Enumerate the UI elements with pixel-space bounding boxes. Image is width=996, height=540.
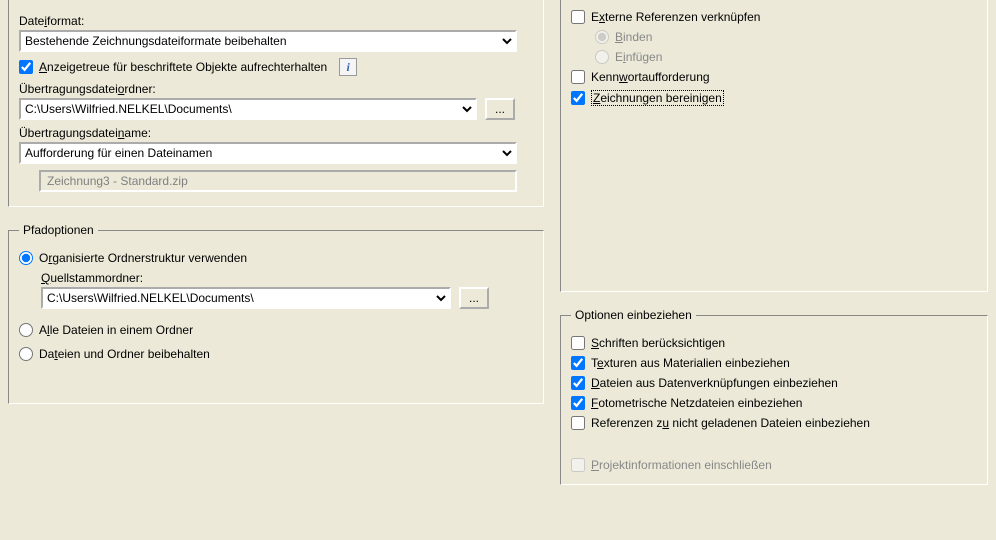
external-refs-label: Externe Referenzen verknüpfen bbox=[591, 10, 760, 24]
include-textures-checkbox[interactable] bbox=[571, 356, 585, 370]
include-fonts-label: Schriften berücksichtigen bbox=[591, 336, 725, 350]
source-root-browse-button[interactable]: ... bbox=[459, 287, 489, 309]
all-files-one-folder-label: Alle Dateien in einem Ordner bbox=[39, 323, 193, 337]
file-settings-group: Dateiformat: Bestehende Zeichnungsdateif… bbox=[8, 0, 544, 207]
insert-label: Einfügen bbox=[615, 50, 662, 64]
keep-files-folders-radio[interactable] bbox=[19, 347, 33, 361]
include-project-info-label: Projektinformationen einschließen bbox=[591, 458, 772, 472]
external-refs-checkbox[interactable] bbox=[571, 10, 585, 24]
include-textures-label: Texturen aus Materialien einbeziehen bbox=[591, 356, 790, 370]
insert-radio bbox=[595, 50, 609, 64]
source-root-label: Quellstammordner: bbox=[41, 271, 533, 285]
actions-group: Externe Referenzen verknüpfen Binden Ein… bbox=[560, 0, 988, 292]
purge-drawings-checkbox[interactable] bbox=[571, 91, 585, 105]
file-format-label: Dateiformat: bbox=[19, 14, 533, 28]
include-project-info-checkbox bbox=[571, 458, 585, 472]
visual-fidelity-checkbox[interactable] bbox=[19, 60, 33, 74]
transfer-folder-browse-button[interactable]: ... bbox=[485, 98, 515, 120]
include-datalinks-checkbox[interactable] bbox=[571, 376, 585, 390]
all-files-one-folder-radio[interactable] bbox=[19, 323, 33, 337]
password-prompt-label: Kennwortaufforderung bbox=[591, 70, 710, 84]
path-options-legend: Pfadoptionen bbox=[19, 223, 98, 237]
organized-structure-label: Organisierte Ordnerstruktur verwenden bbox=[39, 251, 247, 265]
include-fonts-checkbox[interactable] bbox=[571, 336, 585, 350]
file-format-dropdown[interactable]: Bestehende Zeichnungsdateiformate beibeh… bbox=[19, 30, 517, 52]
bind-radio bbox=[595, 30, 609, 44]
visual-fidelity-label: Anzeigetreue für beschriftete Objekte au… bbox=[39, 60, 327, 74]
bind-label: Binden bbox=[615, 30, 652, 44]
transfer-name-dropdown[interactable]: Aufforderung für einen Dateinamen bbox=[19, 142, 517, 164]
include-photometric-label: Fotometrische Netzdateien einbeziehen bbox=[591, 396, 802, 410]
include-datalinks-label: Dateien aus Datenverknüpfungen einbezieh… bbox=[591, 376, 838, 390]
include-photometric-checkbox[interactable] bbox=[571, 396, 585, 410]
include-unloaded-refs-label: Referenzen zu nicht geladenen Dateien ei… bbox=[591, 416, 870, 430]
purge-drawings-label: Zeichnungen bereinigen bbox=[591, 90, 724, 106]
filename-preview-field bbox=[39, 170, 517, 192]
info-icon[interactable]: i bbox=[339, 58, 357, 76]
transfer-folder-dropdown[interactable]: C:\Users\Wilfried.NELKEL\Documents\ bbox=[19, 98, 477, 120]
include-options-legend: Optionen einbeziehen bbox=[571, 308, 696, 322]
transfer-folder-label: Übertragungsdateiordner: bbox=[19, 82, 533, 96]
include-unloaded-refs-checkbox[interactable] bbox=[571, 416, 585, 430]
source-root-dropdown[interactable]: C:\Users\Wilfried.NELKEL\Documents\ bbox=[41, 287, 451, 309]
path-options-group: Pfadoptionen Organisierte Ordnerstruktur… bbox=[8, 223, 544, 404]
transfer-name-label: Übertragungsdateiname: bbox=[19, 126, 533, 140]
organized-structure-radio[interactable] bbox=[19, 251, 33, 265]
keep-files-folders-label: Dateien und Ordner beibehalten bbox=[39, 347, 210, 361]
password-prompt-checkbox[interactable] bbox=[571, 70, 585, 84]
include-options-group: Optionen einbeziehen Schriften berücksic… bbox=[560, 308, 988, 485]
